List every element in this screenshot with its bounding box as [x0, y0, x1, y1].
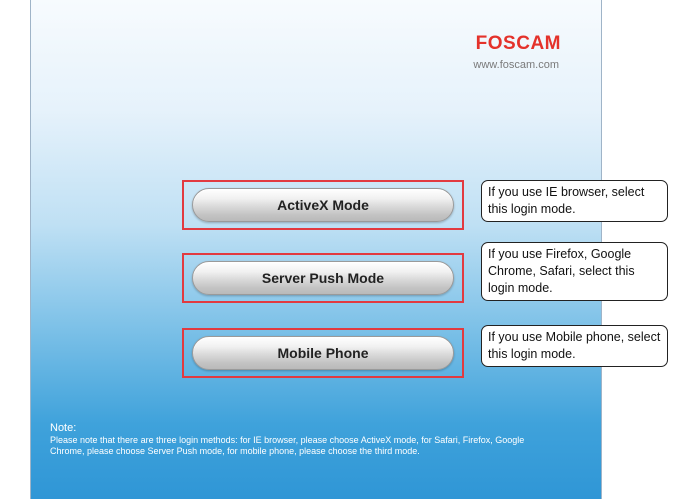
server-push-callout: If you use Firefox, Google Chrome, Safar… — [481, 242, 668, 301]
login-note: Note: Please note that there are three l… — [50, 423, 550, 457]
mobile-phone-mode-button[interactable]: Mobile Phone — [192, 336, 454, 370]
note-text: Please note that there are three login m… — [50, 435, 525, 456]
server-push-mode-button[interactable]: Server Push Mode — [192, 261, 454, 295]
mobile-phone-callout: If you use Mobile phone, select this log… — [481, 325, 668, 367]
mobile-phone-mode-highlight: Mobile Phone — [182, 328, 464, 378]
activex-mode-highlight: ActiveX Mode — [182, 180, 464, 230]
website-url: www.foscam.com — [473, 59, 559, 71]
note-title: Note: — [50, 422, 77, 434]
activex-mode-button[interactable]: ActiveX Mode — [192, 188, 454, 222]
server-push-mode-highlight: Server Push Mode — [182, 253, 464, 303]
foscam-logo: FOSCAM — [475, 33, 561, 54]
activex-callout: If you use IE browser, select this login… — [481, 180, 668, 222]
